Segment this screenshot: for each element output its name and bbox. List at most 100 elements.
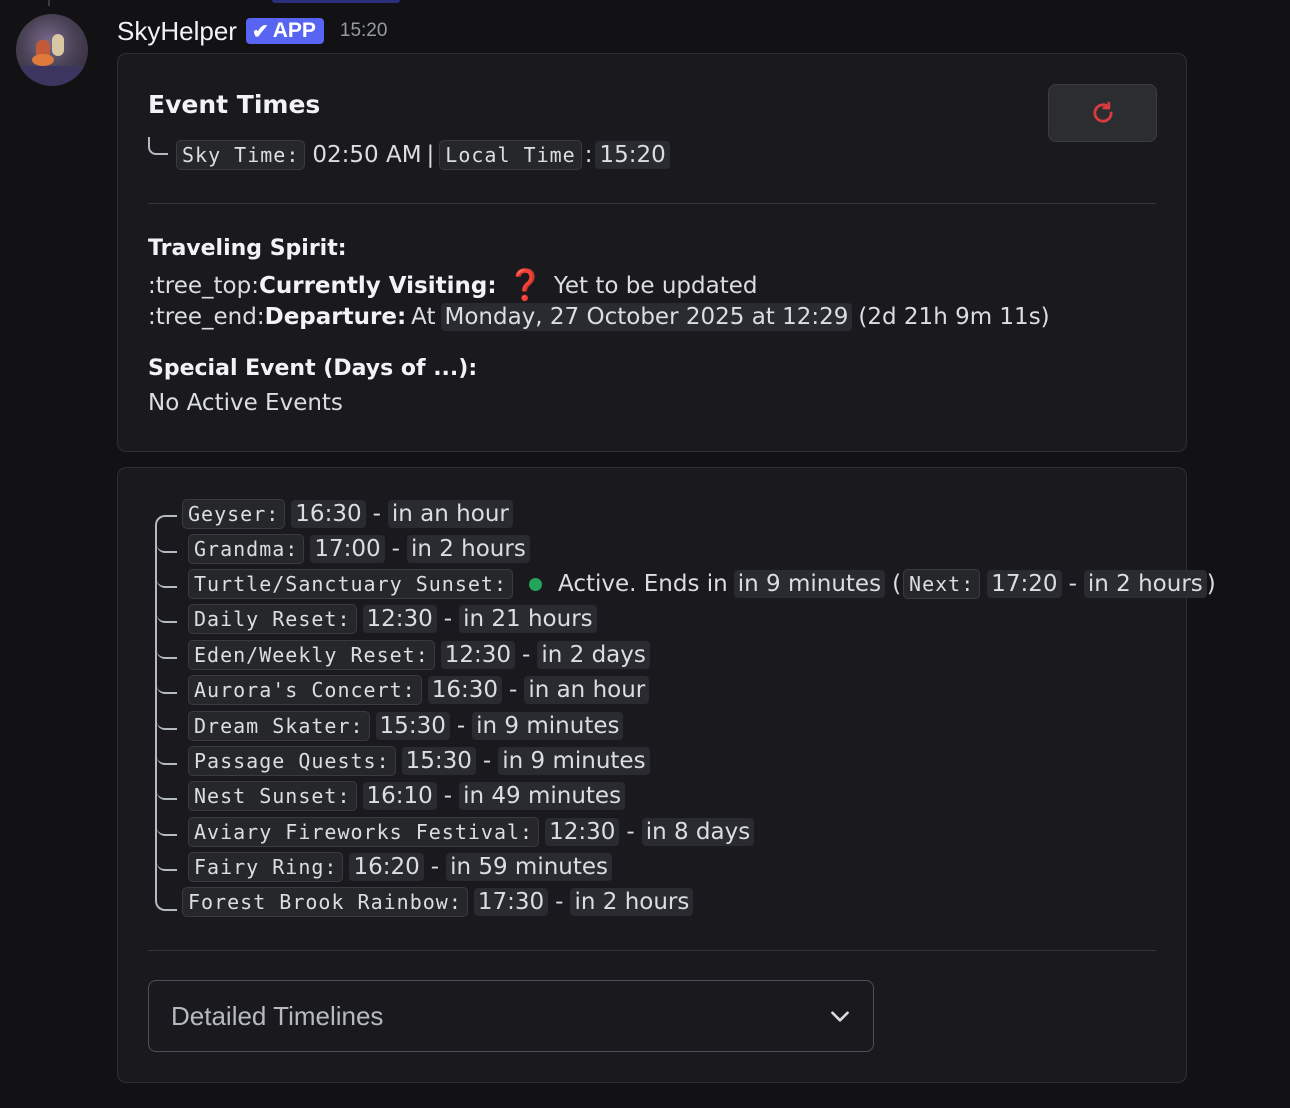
event-relative[interactable]: in 2 hours bbox=[570, 888, 694, 916]
event-relative[interactable]: in 49 minutes bbox=[459, 782, 626, 810]
local-time-label: Local Time bbox=[439, 140, 582, 170]
event-relative[interactable]: in an hour bbox=[387, 500, 513, 528]
event-row-aurora-concert: Aurora's Concert: 16:30 - in an hour bbox=[188, 675, 650, 705]
event-label: Forest Brook Rainbow: bbox=[182, 887, 468, 917]
event-time[interactable]: 12:30 bbox=[545, 818, 620, 846]
dash: - bbox=[430, 854, 440, 880]
departure-label: Departure: bbox=[264, 304, 407, 330]
departure-line: :tree_end: Departure: At Monday, 27 Octo… bbox=[148, 303, 1050, 331]
app-badge-label: APP bbox=[272, 19, 316, 42]
app-badge: ✔ APP bbox=[245, 18, 324, 44]
tree-tick bbox=[157, 607, 177, 623]
tree-tick bbox=[157, 678, 177, 694]
event-time[interactable]: 12:30 bbox=[440, 641, 516, 669]
event-relative[interactable]: in 2 hours bbox=[406, 535, 530, 563]
special-event-value-line: No Active Events bbox=[148, 390, 343, 416]
event-label: Passage Quests: bbox=[188, 746, 396, 776]
event-row-forest-brook-rainbow: Forest Brook Rainbow: 17:30 - in 2 hours bbox=[182, 887, 694, 917]
special-event-value: No Active Events bbox=[148, 390, 343, 416]
event-row-nest-sunset: Nest Sunset: 16:10 - in 49 minutes bbox=[188, 781, 626, 811]
special-event-heading: Special Event (Days of ...): bbox=[148, 356, 478, 381]
event-label: Geyser: bbox=[182, 499, 286, 529]
event-time[interactable]: 16:30 bbox=[427, 676, 502, 704]
dash: - bbox=[555, 889, 564, 915]
event-time[interactable]: 16:30 bbox=[291, 500, 366, 528]
active-status-dot bbox=[528, 577, 542, 591]
tree-tick bbox=[157, 749, 177, 765]
tree-tick bbox=[157, 643, 177, 659]
check-icon: ✔ bbox=[251, 20, 269, 43]
event-time[interactable]: 15:30 bbox=[375, 712, 450, 740]
local-time-value[interactable]: 15:20 bbox=[595, 141, 670, 169]
refresh-icon bbox=[1092, 101, 1113, 123]
divider bbox=[148, 950, 1156, 951]
tree-tick bbox=[157, 855, 177, 871]
event-label: Daily Reset: bbox=[188, 604, 357, 634]
event-time[interactable]: 16:20 bbox=[349, 853, 424, 881]
message-timestamp[interactable]: 15:20 bbox=[340, 20, 388, 42]
dash: - bbox=[456, 713, 466, 739]
dash: - bbox=[509, 677, 518, 703]
event-times-card: Event Times Sky Time: 02:50 AM | Local T… bbox=[117, 53, 1187, 452]
event-row-dream-skater: Dream Skater: 15:30 - in 9 minutes bbox=[188, 711, 624, 741]
colon: : bbox=[584, 142, 593, 168]
dash: - bbox=[482, 748, 492, 774]
event-relative[interactable]: in an hour bbox=[524, 676, 650, 704]
departure-remaining: (2d 21h 9m 11s) bbox=[858, 304, 1050, 330]
event-relative[interactable]: in 21 hours bbox=[459, 605, 597, 633]
event-time[interactable]: 17:30 bbox=[473, 888, 549, 916]
card-title: Event Times bbox=[148, 90, 321, 119]
event-relative[interactable]: in 8 days bbox=[641, 818, 755, 846]
chevron-down-icon bbox=[831, 1011, 849, 1022]
currently-visiting-line: :tree_top: Currently Visiting: ❓ Yet to … bbox=[148, 268, 757, 303]
event-label: Grandma: bbox=[188, 534, 305, 564]
event-label: Nest Sunset: bbox=[188, 781, 357, 811]
dash: - bbox=[443, 783, 453, 809]
next-time[interactable]: 17:20 bbox=[987, 570, 1062, 598]
event-label: Aurora's Concert: bbox=[188, 675, 422, 705]
departure-prefix: At bbox=[411, 304, 436, 330]
event-time[interactable]: 15:30 bbox=[401, 747, 476, 775]
currently-visiting-label: Currently Visiting: bbox=[258, 272, 497, 299]
tree-corner bbox=[148, 137, 168, 155]
event-row-geyser: Geyser: 16:30 - in an hour bbox=[182, 499, 513, 529]
divider bbox=[148, 203, 1156, 204]
username[interactable]: SkyHelper bbox=[117, 16, 237, 47]
tree-top-emoji-text: :tree_top: bbox=[148, 272, 259, 299]
event-label: Turtle/Sanctuary Sunset: bbox=[188, 569, 513, 599]
tree-tick bbox=[157, 572, 177, 588]
event-time[interactable]: 12:30 bbox=[362, 605, 437, 633]
next-label: Next: bbox=[903, 569, 981, 599]
thread-line bbox=[48, 0, 50, 6]
event-row-eden-reset: Eden/Weekly Reset: 12:30 - in 2 days bbox=[188, 640, 650, 670]
next-relative[interactable]: in 2 hours bbox=[1083, 570, 1207, 598]
tree-tick bbox=[157, 714, 177, 730]
tree-tick bbox=[157, 537, 177, 553]
event-time[interactable]: 16:10 bbox=[362, 782, 437, 810]
departure-date[interactable]: Monday, 27 October 2025 at 12:29 bbox=[440, 303, 853, 331]
event-label: Eden/Weekly Reset: bbox=[188, 640, 435, 670]
sky-time-label: Sky Time: bbox=[176, 140, 306, 170]
event-row-grandma: Grandma: 17:00 - in 2 hours bbox=[188, 534, 530, 564]
tree-tick bbox=[157, 820, 177, 836]
dash: - bbox=[391, 536, 400, 562]
event-relative[interactable]: in 9 minutes bbox=[498, 747, 650, 775]
event-time[interactable]: 17:00 bbox=[310, 535, 385, 563]
event-row-daily-reset: Daily Reset: 12:30 - in 21 hours bbox=[188, 604, 597, 634]
avatar[interactable] bbox=[16, 14, 88, 86]
dash: - bbox=[372, 501, 381, 527]
dash: - bbox=[626, 819, 635, 845]
detailed-timelines-dropdown[interactable]: Detailed Timelines bbox=[148, 980, 874, 1052]
special-event-heading-line: Special Event (Days of ...): bbox=[148, 356, 477, 381]
event-row-aviary-fireworks: Aviary Fireworks Festival: 12:30 - in 8 … bbox=[188, 817, 755, 847]
paren-close: ) bbox=[1206, 571, 1216, 597]
event-ends[interactable]: in 9 minutes bbox=[733, 570, 886, 598]
refresh-button[interactable] bbox=[1048, 84, 1157, 142]
event-relative[interactable]: in 2 days bbox=[537, 641, 650, 669]
event-relative[interactable]: in 59 minutes bbox=[446, 853, 613, 881]
message-header: SkyHelper ✔ APP 15:20 bbox=[117, 14, 387, 48]
previous-message-edge bbox=[272, 0, 400, 3]
paren-open: ( bbox=[892, 571, 902, 597]
traveling-spirit-heading-line: Traveling Spirit: bbox=[148, 236, 347, 261]
event-relative[interactable]: in 9 minutes bbox=[472, 712, 624, 740]
